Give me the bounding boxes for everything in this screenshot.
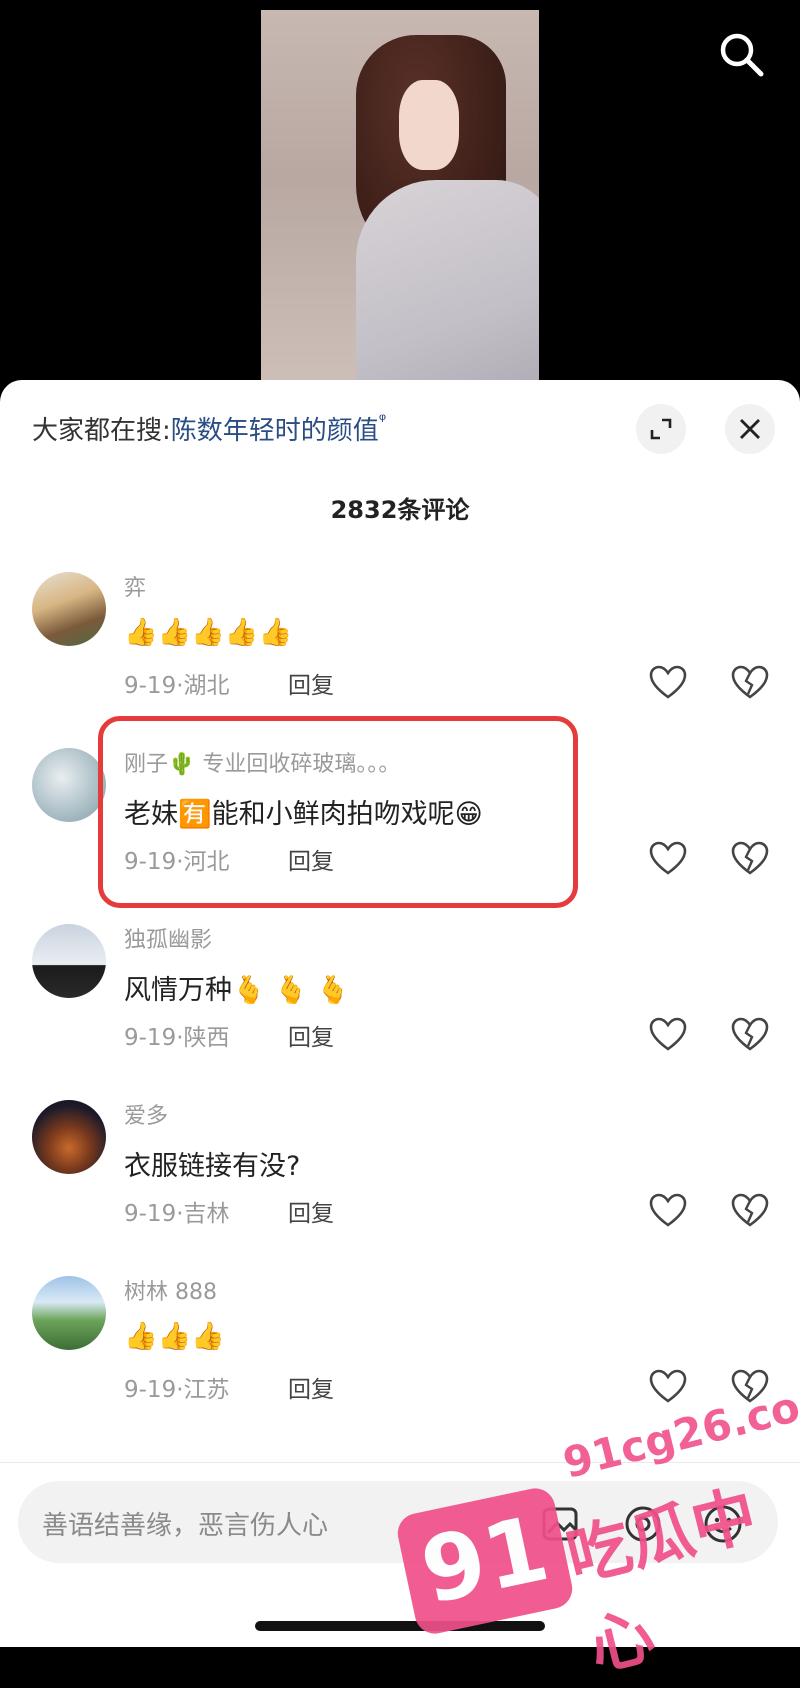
avatar[interactable]: [32, 1100, 106, 1174]
highlight-box: [98, 716, 578, 908]
comment-item[interactable]: 爱多 衣服链接有没? 9-19·吉林 回复: [0, 1094, 800, 1264]
hot-search-prefix: 大家都在搜:: [32, 416, 171, 446]
comment-input-placeholder: 善语结善缘，恶言伤人心: [42, 1511, 329, 1541]
comment-date: 9-19: [124, 1025, 177, 1051]
avatar[interactable]: [32, 924, 106, 998]
comment-date: 9-19: [124, 1377, 177, 1403]
comment-count: 2832条评论: [330, 496, 470, 524]
comment-meta: 9-19·湖北: [124, 673, 230, 699]
comment-meta: 9-19·江苏: [124, 1377, 230, 1403]
comment-text: 👍👍👍👍👍: [124, 617, 293, 648]
broken-heart-icon[interactable]: [730, 664, 770, 700]
avatar[interactable]: [32, 748, 106, 822]
video-frame[interactable]: [261, 10, 539, 380]
comment-username[interactable]: 树林 888: [124, 1274, 217, 1306]
comment-item[interactable]: 独孤幽影 风情万种🫰 🫰 🫰 9-19·陕西 回复: [0, 918, 800, 1088]
comment-date: 9-19: [124, 673, 177, 699]
reply-button[interactable]: 回复: [288, 1018, 334, 1052]
heart-icon[interactable]: [648, 1192, 688, 1228]
avatar[interactable]: [32, 572, 106, 646]
video-figure-face: [399, 80, 459, 170]
comment-item[interactable]: 弈 👍👍👍👍👍 9-19·湖北 回复: [0, 566, 800, 736]
expand-icon: [650, 418, 672, 440]
home-indicator: [255, 1621, 545, 1631]
avatar[interactable]: [32, 1276, 106, 1350]
search-small-icon: ᵠ: [378, 410, 387, 431]
comment-location: 江苏: [183, 1377, 230, 1403]
search-icon[interactable]: [715, 28, 767, 80]
comment-username[interactable]: 爱多: [124, 1098, 168, 1130]
heart-icon[interactable]: [648, 1016, 688, 1052]
comment-location: 陕西: [183, 1025, 230, 1051]
reply-button[interactable]: 回复: [288, 1194, 334, 1228]
comment-location: 吉林: [183, 1201, 230, 1227]
expand-button[interactable]: [636, 404, 686, 454]
comment-meta: 9-19·吉林: [124, 1201, 230, 1227]
close-icon: [740, 419, 760, 439]
heart-icon[interactable]: [648, 840, 688, 876]
broken-heart-icon[interactable]: [730, 840, 770, 876]
heart-icon[interactable]: [648, 1368, 688, 1404]
hot-search-link[interactable]: 陈数年轻时的颜值: [171, 416, 379, 446]
comment-text: 👍👍👍: [124, 1321, 225, 1352]
broken-heart-icon[interactable]: [730, 1016, 770, 1052]
comment-meta: 9-19·陕西: [124, 1025, 230, 1051]
video-area[interactable]: [0, 0, 800, 400]
comment-text: 风情万种🫰 🫰 🫰: [124, 975, 351, 1006]
hot-search[interactable]: 大家都在搜:陈数年轻时的颜值ᵠ: [32, 410, 386, 447]
reply-button[interactable]: 回复: [288, 666, 334, 700]
heart-icon[interactable]: [648, 664, 688, 700]
comment-username[interactable]: 独孤幽影: [124, 922, 212, 954]
video-figure-coat: [356, 180, 539, 380]
comment-location: 湖北: [183, 673, 230, 699]
comment-username[interactable]: 弈: [124, 570, 146, 602]
reply-button[interactable]: 回复: [288, 1370, 334, 1404]
comment-date: 9-19: [124, 1201, 177, 1227]
close-button[interactable]: [725, 404, 775, 454]
broken-heart-icon[interactable]: [730, 1192, 770, 1228]
comment-text: 衣服链接有没?: [124, 1151, 301, 1182]
